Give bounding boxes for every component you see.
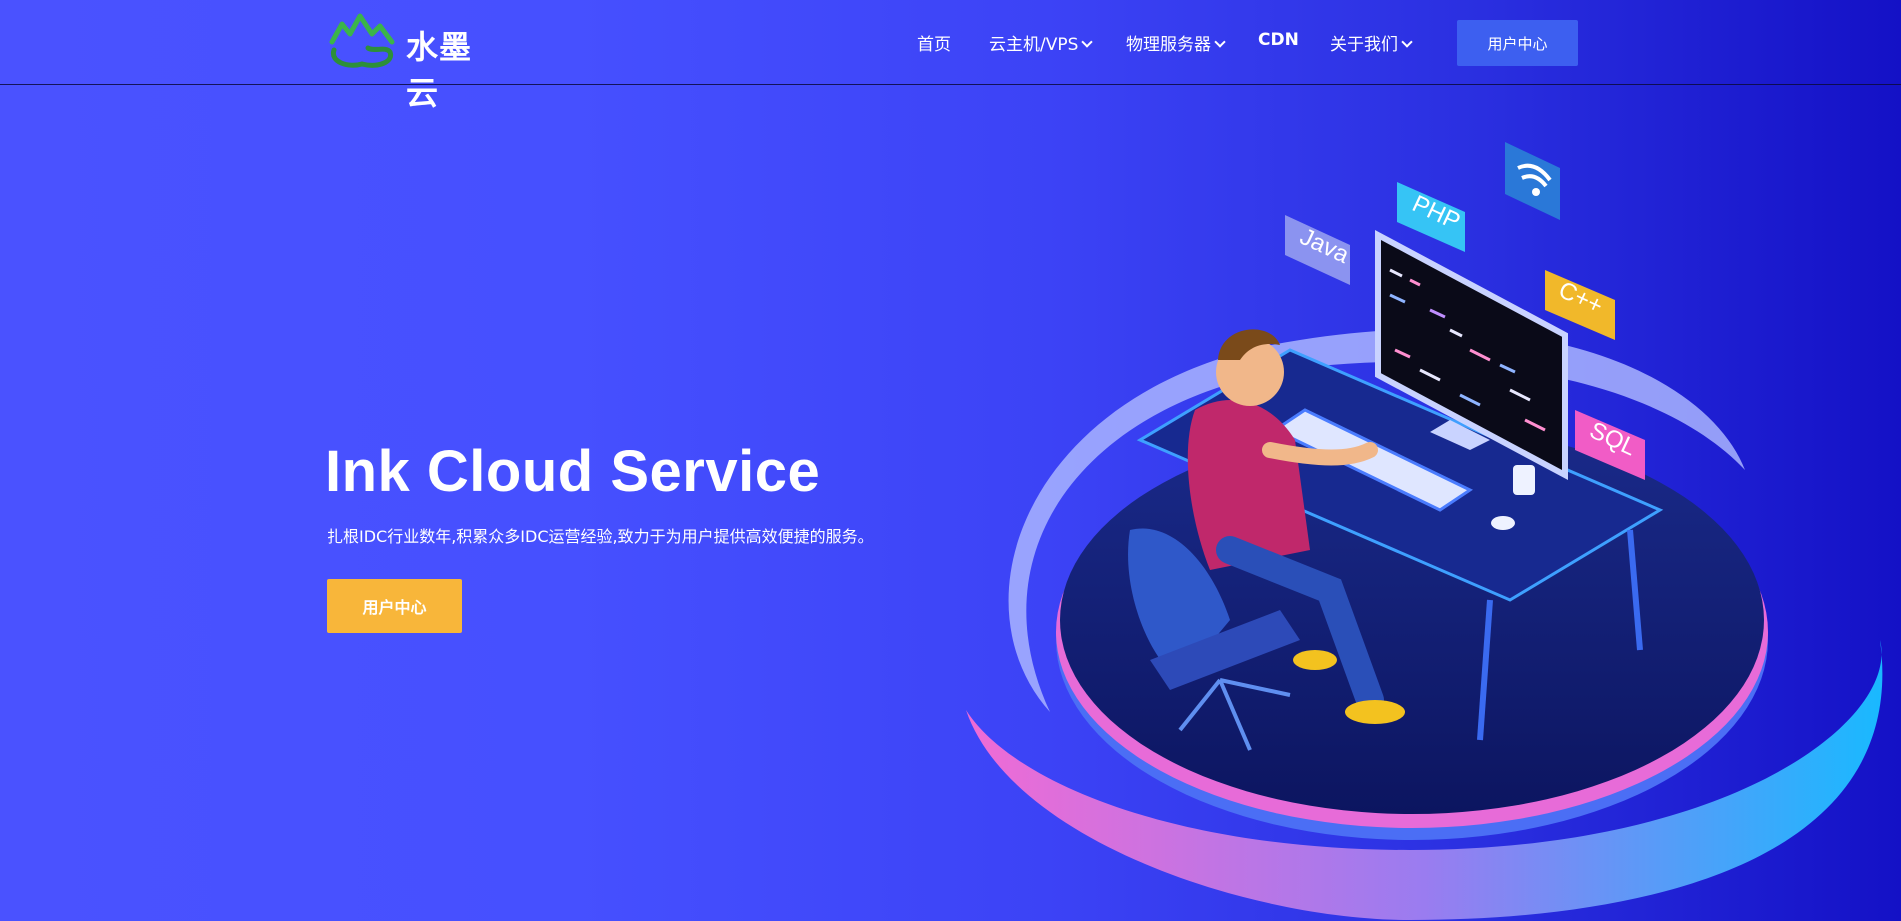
person-arm [1262, 442, 1378, 466]
person-shoe [1345, 700, 1405, 724]
badge-java: Java [1285, 215, 1354, 285]
mountain-cloud-icon [329, 13, 395, 68]
nav-item-cloud-vps[interactable]: 云主机/VPS [989, 30, 1094, 55]
wifi-icon [1505, 142, 1560, 220]
brand-name: 水墨云 [406, 28, 473, 112]
site-header: 水墨云 首页 云主机/VPS 物理服务器 CDN 关于我们 用户中心 [0, 0, 1901, 112]
user-center-nav-button[interactable]: 用户中心 [1457, 20, 1578, 66]
nav-item-home[interactable]: 首页 [917, 30, 951, 55]
nav-item-about[interactable]: 关于我们 [1330, 30, 1413, 55]
nav-item-cdn[interactable]: CDN [1258, 30, 1299, 50]
developer-illustration: Java PHP C++ SQL [966, 142, 1883, 920]
chevron-down-icon [1081, 36, 1094, 48]
mouse [1491, 516, 1515, 530]
site-logo[interactable]: 水墨云 [328, 12, 500, 112]
person-shoe [1293, 650, 1337, 670]
badge-php: PHP [1397, 182, 1465, 252]
chevron-down-icon [1401, 36, 1413, 48]
hero-subtitle: 扎根IDC行业数年,积累众多IDC运营经验,致力于为用户提供高效便捷的服务。 [327, 527, 874, 546]
chevron-down-icon [1214, 36, 1226, 48]
hero-title: Ink Cloud Service [325, 439, 821, 504]
mug [1513, 465, 1535, 495]
hero-user-center-button[interactable]: 用户中心 [327, 579, 462, 633]
nav-item-physical-server[interactable]: 物理服务器 [1126, 30, 1226, 55]
